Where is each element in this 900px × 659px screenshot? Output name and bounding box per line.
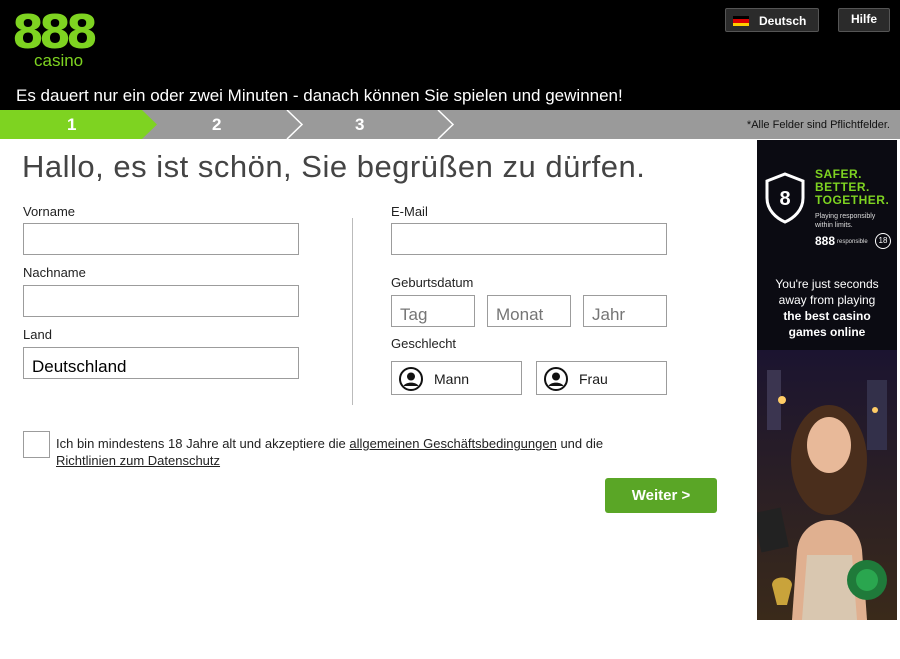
gender-female-button[interactable]: Frau: [536, 361, 667, 395]
terms-text: Ich bin mindestens 18 Jahre alt und akze…: [56, 435, 696, 469]
registration-steps-bar: 1 2 3 *Alle Felder sind Pflichtfelder.: [0, 110, 900, 139]
banner-small-line: within limits.: [815, 222, 853, 229]
last-name-label: Nachname: [23, 265, 86, 280]
birthdate-label: Geburtsdatum: [391, 275, 474, 290]
email-label: E-Mail: [391, 204, 428, 219]
first-name-label: Vorname: [23, 204, 76, 219]
logo-word: casino: [34, 51, 84, 70]
column-divider: [352, 218, 353, 405]
header-tagline: Es dauert nur ein oder zwei Minuten - da…: [16, 86, 623, 105]
gender-male-button[interactable]: Mann: [391, 361, 522, 395]
terms-text-middle: und die: [556, 436, 604, 451]
shield-number: 8: [779, 188, 790, 210]
banner-headline: SAFER. BETTER. TOGETHER.: [815, 168, 889, 207]
gender-male-label: Mann: [434, 371, 470, 387]
banner-small-text: Playing responsibly within limits.: [815, 212, 875, 230]
first-name-input[interactable]: [23, 223, 299, 255]
page-heading: Hallo, es ist schön, Sie begrüßen zu dür…: [22, 149, 646, 184]
birth-day-input[interactable]: [391, 295, 475, 327]
banner-small-line: Playing responsibly: [815, 213, 876, 220]
banner-promo-line: away from playing: [778, 293, 876, 307]
birth-month-input[interactable]: [487, 295, 571, 327]
help-button[interactable]: Hilfe: [838, 8, 890, 32]
language-selector-button[interactable]: Deutsch: [725, 8, 819, 32]
banner-promo-line: You're just seconds: [775, 277, 879, 291]
banner-promo-text: You're just seconds away from playing th…: [757, 276, 897, 340]
german-flag-icon: [733, 16, 749, 26]
required-fields-note: *Alle Felder sind Pflichtfelder.: [746, 119, 890, 131]
gender-label: Geschlecht: [391, 336, 457, 351]
banner-888-logo: 888: [815, 234, 836, 248]
email-input[interactable]: [391, 223, 667, 255]
banner-promo-bold-line: the best casino: [783, 309, 871, 323]
shield-icon: 8: [765, 172, 805, 224]
language-label: Deutsch: [759, 14, 807, 28]
promo-banner[interactable]: 8 SAFER. BETTER. TOGETHER. Playing respo…: [757, 140, 897, 620]
banner-promo-bold-line: games online: [788, 325, 866, 339]
banner-headline-line: TOGETHER.: [815, 193, 890, 207]
male-avatar-icon: [399, 367, 423, 391]
age-18-badge: 18: [875, 233, 891, 249]
country-select[interactable]: [23, 347, 299, 379]
casino-hostess-image: [757, 350, 897, 620]
privacy-link[interactable]: Richtlinien zum Datenschutz: [56, 453, 220, 468]
birth-year-input[interactable]: [583, 295, 667, 327]
last-name-input[interactable]: [23, 285, 299, 317]
terms-text-before: Ich bin mindestens 18 Jahre alt und akze…: [56, 436, 350, 451]
terms-link[interactable]: allgemeinen Geschäftsbedingungen: [349, 436, 556, 451]
step-2-label: 2: [212, 115, 222, 134]
country-label: Land: [23, 327, 52, 342]
banner-responsible-label: responsible: [837, 239, 868, 245]
888-casino-logo[interactable]: 888 casino: [12, 6, 102, 72]
step-3-label: 3: [355, 115, 365, 134]
gender-female-label: Frau: [579, 371, 608, 387]
next-button[interactable]: Weiter >: [605, 478, 717, 513]
step-1-label: 1: [67, 115, 77, 134]
terms-checkbox[interactable]: [23, 431, 50, 458]
site-header: 888 casino Deutsch Hilfe Es dauert nur e…: [0, 0, 900, 110]
female-avatar-icon: [544, 367, 568, 391]
